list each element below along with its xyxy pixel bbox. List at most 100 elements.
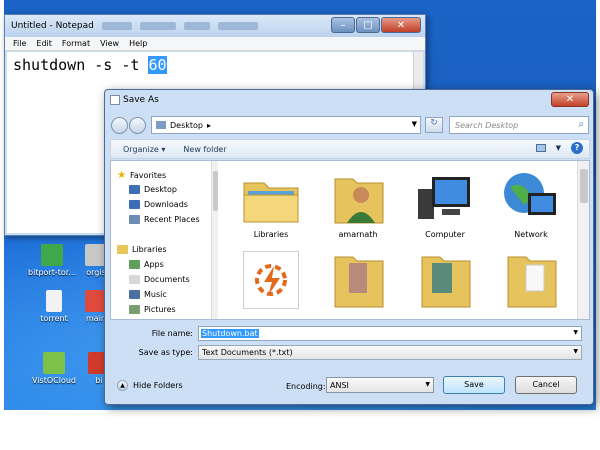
folder-icon	[327, 251, 389, 309]
close-button[interactable]: ✕	[381, 17, 421, 33]
chevron-down-icon[interactable]: ▼	[412, 120, 417, 128]
nav-label: Favorites	[129, 171, 167, 180]
address-desktop[interactable]: Desktop	[170, 121, 203, 130]
nav-label: Desktop	[144, 185, 177, 194]
dialog-close-button[interactable]: ✕	[551, 92, 589, 107]
item-computer[interactable]: Computer	[405, 169, 485, 239]
hide-folders-button[interactable]: ▲ Hide Folders	[117, 380, 183, 391]
save-type-label: Save as type:	[138, 348, 193, 357]
forward-button[interactable]	[129, 116, 146, 134]
maximize-button[interactable]: □	[356, 17, 380, 33]
desktop-icon-vistocloud[interactable]: VistOCloud	[24, 352, 84, 385]
menu-format[interactable]: Format	[62, 39, 90, 48]
downloads-icon	[129, 200, 140, 209]
item-folder-photos-1[interactable]	[318, 251, 398, 312]
desktop-icon-label: bi	[95, 376, 103, 385]
organize-button[interactable]: Organize ▾	[123, 145, 165, 154]
address-bar[interactable]: Desktop ▸ ▼	[151, 116, 421, 134]
save-type-row: Save as type: Text Documents (*.txt) ▼	[105, 345, 582, 360]
file-list: Libraries amarnath Computer Network	[223, 161, 579, 319]
desktop-icon-bitport[interactable]: bitport-tor...	[22, 244, 82, 277]
help-icon[interactable]: ?	[571, 142, 583, 154]
menu-edit[interactable]: Edit	[36, 39, 52, 48]
nav-recent-places[interactable]: Recent Places	[129, 215, 200, 224]
file-name-value: Shutdown.bat	[201, 329, 259, 338]
item-network[interactable]: Network	[491, 169, 571, 239]
nav-pictures[interactable]: Pictures	[129, 305, 176, 314]
nav-label: Recent Places	[144, 215, 200, 224]
new-folder-button[interactable]: New folder	[183, 145, 226, 154]
star-icon: ★	[117, 170, 126, 181]
app-icon	[41, 244, 63, 266]
desktop-icon-label: orgis	[86, 268, 106, 277]
save-type-value: Text Documents (*.txt)	[202, 348, 293, 357]
network-icon	[500, 169, 562, 227]
window-controls: – □ ✕	[331, 17, 421, 33]
folder-icon	[156, 121, 166, 129]
save-button[interactable]: Save	[443, 376, 505, 394]
hide-folders-label: Hide Folders	[133, 381, 183, 390]
file-name-input[interactable]: Shutdown.bat ▼	[198, 326, 582, 341]
dialog-titlebar[interactable]: Save As ✕	[105, 90, 593, 110]
change-view-icon[interactable]	[535, 144, 546, 152]
save-as-dialog: Save As ✕ Desktop ▸ ▼ ↻ Search Desktop ⌕…	[104, 89, 594, 405]
notepad-menubar: File Edit Format View Help	[5, 37, 425, 51]
recent-places-icon	[129, 215, 140, 224]
app-shortcut-icon	[243, 251, 299, 309]
item-label: Libraries	[253, 230, 289, 239]
menu-view[interactable]: View	[100, 39, 119, 48]
chevron-up-icon: ▲	[117, 380, 128, 391]
view-dropdown-icon[interactable]: ▼	[556, 144, 561, 152]
libraries-icon	[117, 245, 128, 254]
encoding-select[interactable]: ANSI ▼	[326, 377, 434, 393]
chevron-down-icon[interactable]: ▼	[573, 348, 578, 355]
scroll-thumb[interactable]	[580, 169, 588, 203]
nav-libraries[interactable]: Libraries	[117, 245, 167, 254]
file-list-scrollbar[interactable]	[577, 161, 589, 319]
save-type-select[interactable]: Text Documents (*.txt) ▼	[198, 345, 582, 360]
item-folder-photos-2[interactable]	[405, 251, 485, 312]
pictures-icon	[129, 305, 140, 314]
documents-icon	[129, 275, 140, 284]
nav-favorites[interactable]: ★ Favorites	[117, 170, 166, 181]
nav-apps[interactable]: Apps	[129, 260, 164, 269]
desktop-icon-torrent[interactable]: torrent	[24, 290, 84, 323]
file-name-row: File name: Shutdown.bat ▼	[105, 326, 582, 341]
refresh-button[interactable]: ↻	[425, 117, 443, 133]
item-app-shortcut[interactable]	[231, 251, 311, 312]
address-row: Desktop ▸ ▼ ↻ Search Desktop ⌕	[111, 114, 589, 136]
chevron-down-icon[interactable]: ▼	[425, 381, 430, 388]
blurred-text	[183, 22, 210, 30]
back-button[interactable]	[111, 116, 128, 134]
desktop-icon-label: VistOCloud	[32, 376, 76, 385]
folder-icon	[500, 251, 562, 309]
encoding-label: Encoding:	[286, 382, 326, 391]
encoding-value: ANSI	[330, 380, 349, 390]
search-input[interactable]: Search Desktop ⌕	[449, 116, 589, 134]
nav-music[interactable]: Music	[129, 290, 167, 299]
nav-desktop[interactable]: Desktop	[129, 185, 177, 194]
browser-area: ★ Favorites Desktop Downloads Recent Pla…	[110, 160, 590, 320]
cancel-button[interactable]: Cancel	[515, 376, 577, 394]
desktop-icon-label: torrent	[40, 314, 68, 323]
computer-icon	[414, 169, 476, 227]
libraries-folder-icon	[240, 169, 302, 227]
menu-file[interactable]: File	[13, 39, 26, 48]
search-icon[interactable]: ⌕	[578, 119, 584, 130]
scroll-thumb[interactable]	[213, 171, 218, 211]
app-icon	[43, 352, 65, 374]
music-icon	[129, 290, 140, 299]
navigation-pane: ★ Favorites Desktop Downloads Recent Pla…	[111, 161, 218, 319]
item-amarnath[interactable]: amarnath	[318, 169, 398, 239]
menu-help[interactable]: Help	[129, 39, 147, 48]
nav-downloads[interactable]: Downloads	[129, 200, 188, 209]
item-libraries[interactable]: Libraries	[231, 169, 311, 239]
minimize-button[interactable]: –	[331, 17, 355, 33]
nav-documents[interactable]: Documents	[129, 275, 190, 284]
chevron-down-icon[interactable]: ▼	[573, 329, 578, 336]
nav-scrollbar[interactable]	[211, 161, 218, 319]
nav-label: Pictures	[144, 305, 176, 314]
nav-label: Libraries	[132, 245, 167, 254]
breadcrumb-chevron-icon[interactable]: ▸	[207, 121, 211, 130]
item-folder-docs[interactable]	[491, 251, 571, 312]
